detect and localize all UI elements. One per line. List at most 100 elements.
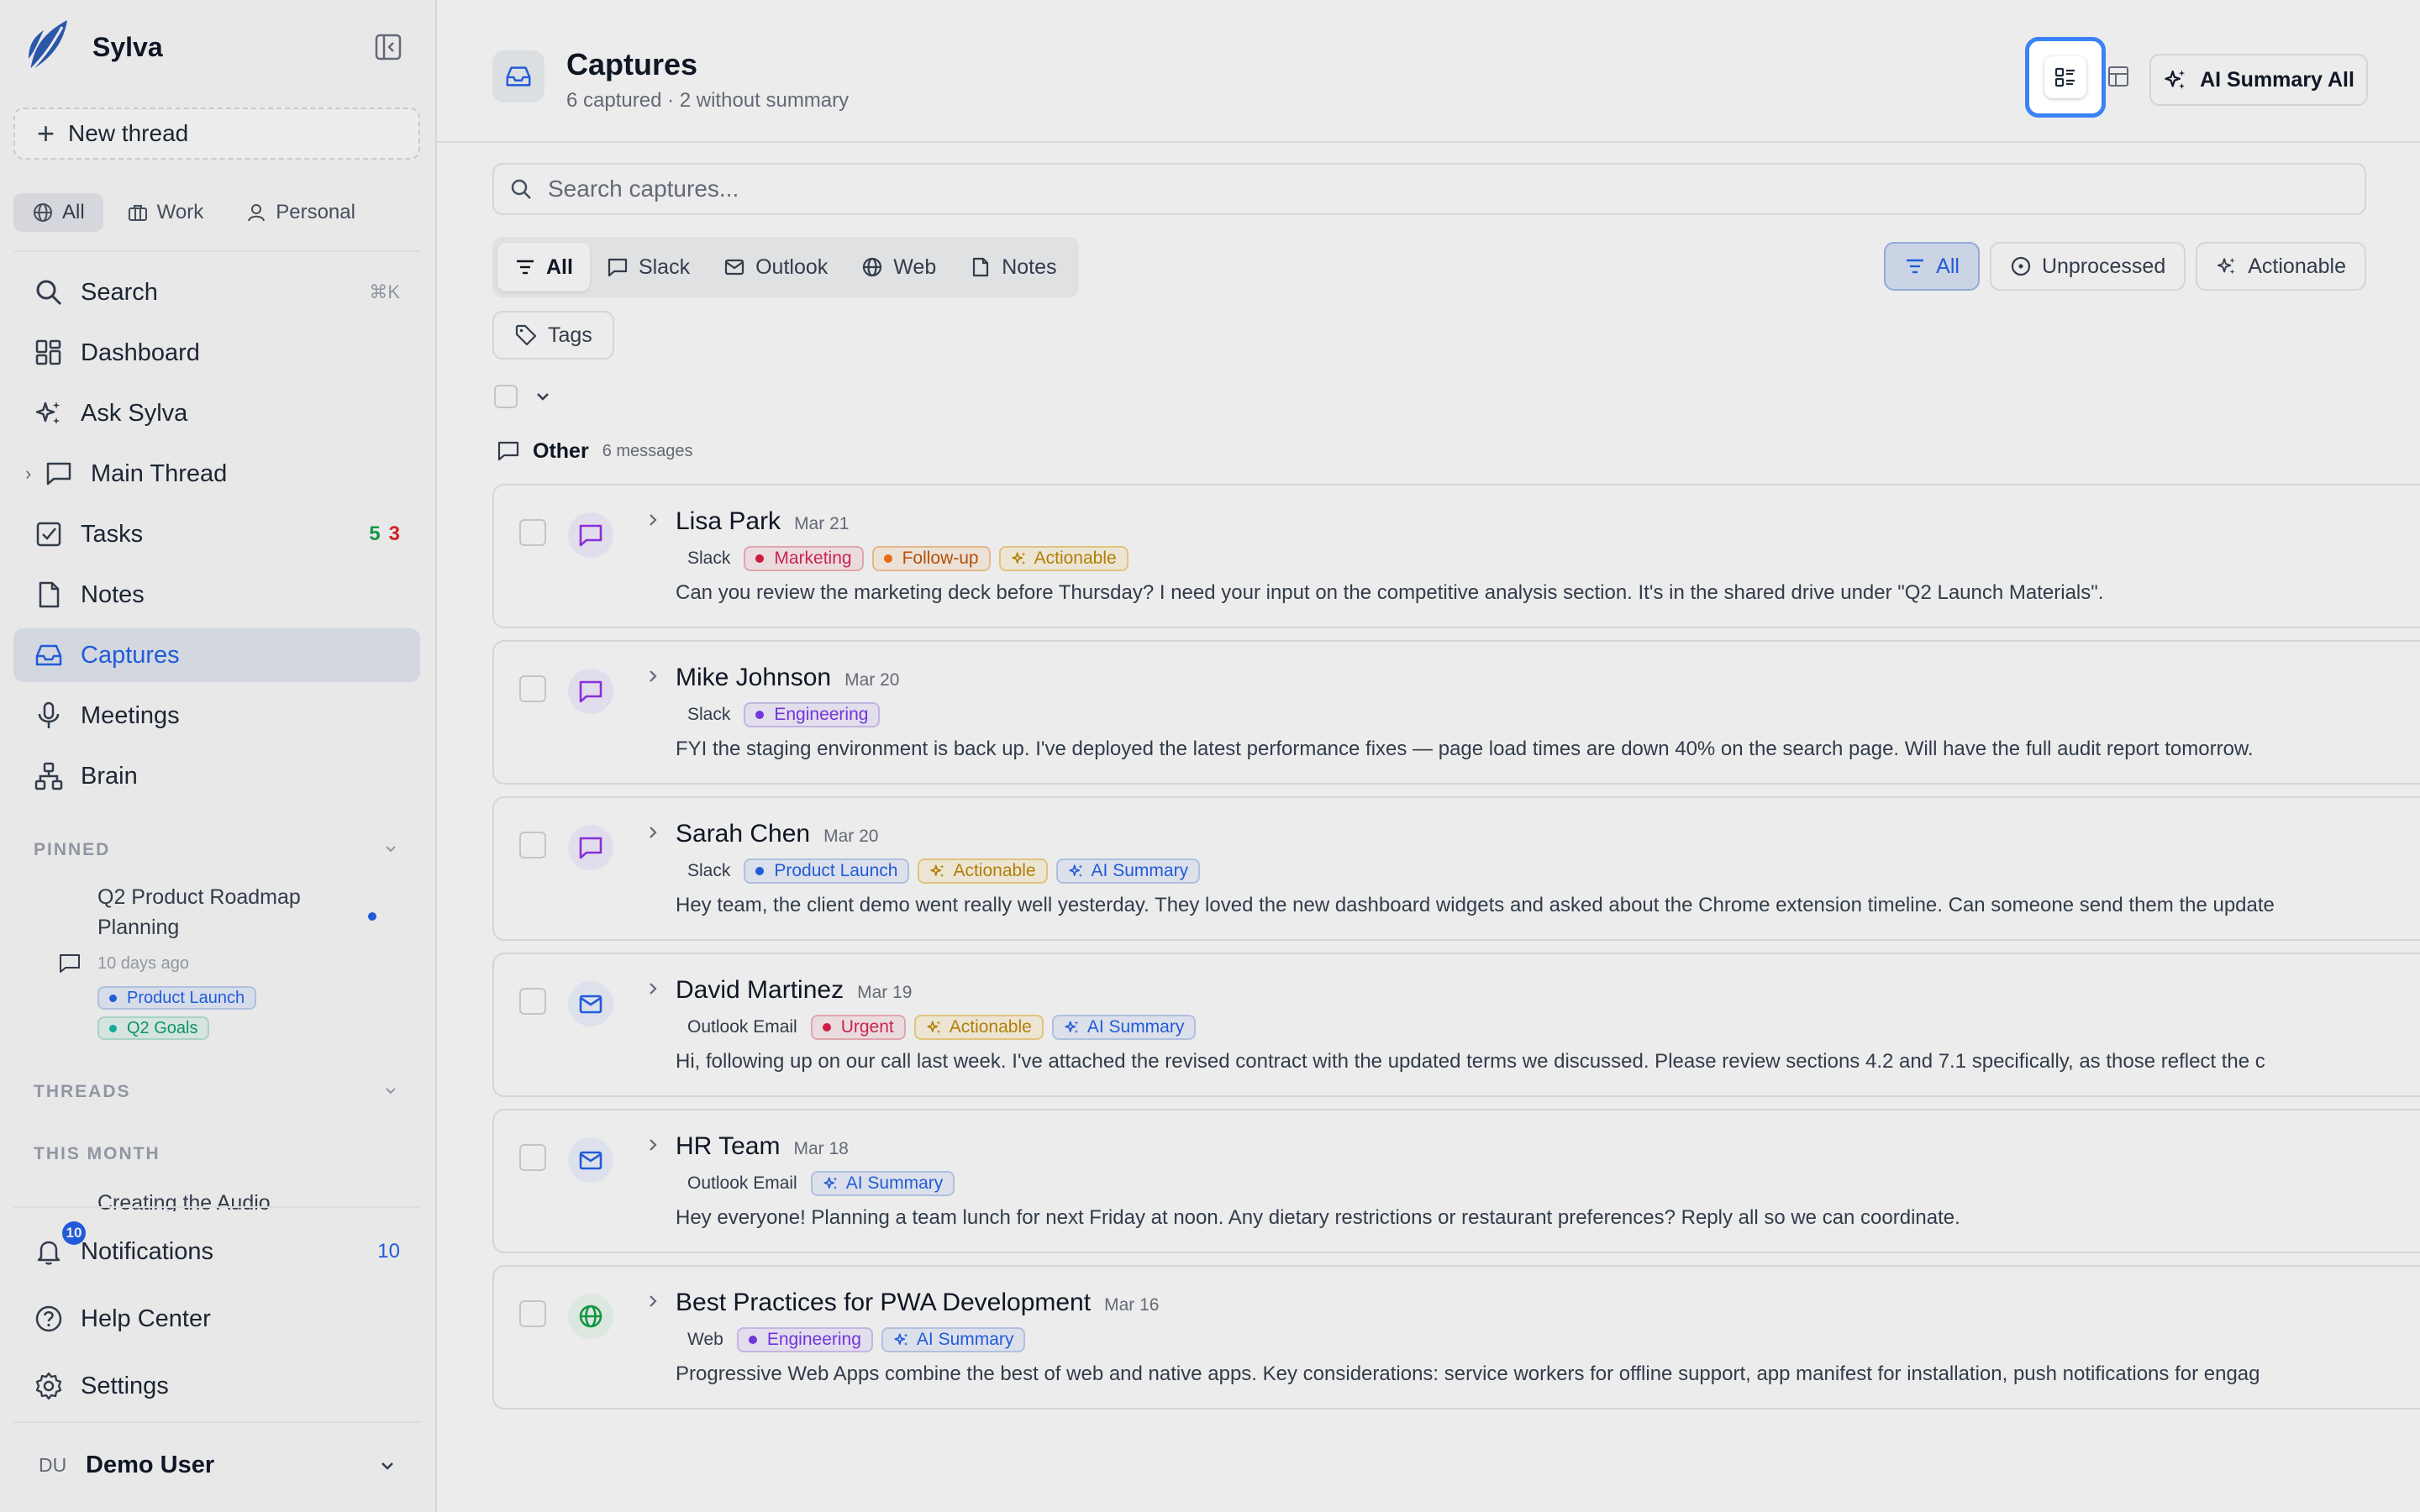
capture-date: Mar 16 xyxy=(1104,1295,1160,1315)
pinned-section-title: PINNED xyxy=(34,840,111,859)
capture-tags: Slack Marketing Follow-up Actionable xyxy=(676,546,1137,571)
notification-badge: 10 xyxy=(62,1221,86,1245)
filter-state-unprocessed[interactable]: Unprocessed xyxy=(1989,242,2186,291)
capture-checkbox[interactable] xyxy=(519,675,546,702)
tag-label: Actionable xyxy=(953,861,1036,880)
table-view-icon[interactable] xyxy=(2106,64,2131,93)
capture-card[interactable]: Sarah Chen Mar 20 Slack Product Launch Actio… xyxy=(492,796,2420,941)
filter-state-actionable-label: Actionable xyxy=(2248,254,2346,278)
capture-checkbox[interactable] xyxy=(519,519,546,546)
nav-notes-label: Notes xyxy=(81,580,145,608)
briefcase-icon xyxy=(128,205,147,221)
capture-tags: Outlook Email AI Summary xyxy=(676,1171,963,1196)
nav-search[interactable]: Search ⌘K xyxy=(13,265,420,319)
tasks-done-count: 5 xyxy=(369,522,381,545)
nav-dashboard[interactable]: Dashboard xyxy=(13,326,420,380)
search-captures[interactable] xyxy=(492,163,2366,215)
tag-label: Urgent xyxy=(840,1017,894,1037)
source-label: Outlook Email xyxy=(687,1173,797,1193)
divider xyxy=(13,250,420,252)
search-icon xyxy=(36,280,62,306)
tag-badge: Product Launch xyxy=(744,858,910,884)
capture-card[interactable]: Mike Johnson Mar 20 Slack Engineering FYI th… xyxy=(492,640,2420,785)
globe-icon xyxy=(34,203,52,222)
nav-meetings-label: Meetings xyxy=(81,701,180,729)
filter-state-all[interactable]: All xyxy=(1884,242,1980,291)
filter-source-slack[interactable]: Slack xyxy=(590,243,707,291)
capture-checkbox[interactable] xyxy=(519,1144,546,1171)
filter-source-outlook[interactable]: Outlook xyxy=(707,243,844,291)
capture-date: Mar 20 xyxy=(844,670,900,690)
brand[interactable]: Sylva xyxy=(25,17,163,77)
nav-help-center[interactable]: Help Center xyxy=(13,1292,420,1346)
bottom-nav: 10 Notifications 10 Help Center Settings xyxy=(13,1221,420,1420)
chat-icon xyxy=(568,825,613,870)
capture-checkbox[interactable] xyxy=(519,1300,546,1327)
search-input[interactable] xyxy=(546,175,2365,203)
nav-notifications[interactable]: 10 Notifications 10 xyxy=(13,1221,420,1278)
sender-name: HR Team xyxy=(676,1132,781,1160)
nav-brain[interactable]: Brain xyxy=(13,749,420,803)
chevron-down-icon[interactable] xyxy=(380,838,402,864)
capture-checkbox[interactable] xyxy=(519,988,546,1015)
user-menu[interactable]: DU Demo User xyxy=(13,1438,420,1492)
sender-name: Mike Johnson xyxy=(676,664,832,691)
capture-card[interactable]: Lisa Park Mar 21 Slack Marketing Follow-up Ac… xyxy=(492,484,2420,628)
capture-card[interactable]: HR Team Mar 18 Outlook Email AI Summary Hey … xyxy=(492,1109,2420,1253)
pinned-tag-label: Q2 Goals xyxy=(127,1018,198,1037)
chevron-right-icon[interactable] xyxy=(644,823,662,846)
chevron-down-icon[interactable] xyxy=(533,386,553,411)
chevron-right-icon[interactable] xyxy=(644,979,662,1002)
source-label: Slack xyxy=(687,861,731,880)
scope-all[interactable]: All xyxy=(13,193,103,232)
chat-icon xyxy=(46,462,71,486)
capture-date: Mar 21 xyxy=(794,514,850,533)
source-label: Web xyxy=(687,1330,723,1349)
nav-settings[interactable]: Settings xyxy=(13,1359,420,1413)
nav-tasks[interactable]: Tasks 53 xyxy=(13,507,420,561)
chevron-down-icon[interactable] xyxy=(380,1080,402,1106)
page-title: Captures xyxy=(566,47,698,81)
list-view-toggle[interactable] xyxy=(2025,37,2106,118)
chevron-right-icon[interactable] xyxy=(644,1292,662,1315)
filter-source-all[interactable]: All xyxy=(497,243,590,291)
filter-state-actionable[interactable]: Actionable xyxy=(2196,242,2366,291)
new-thread-button[interactable]: + New thread xyxy=(13,108,420,160)
nav-captures[interactable]: Captures xyxy=(13,628,420,682)
capture-card[interactable]: David Martinez Mar 19 Outlook Email Urgent A… xyxy=(492,953,2420,1097)
collapse-sidebar-icon[interactable] xyxy=(373,32,403,62)
nav-meetings[interactable]: Meetings xyxy=(13,689,420,743)
chevron-right-icon[interactable] xyxy=(644,1136,662,1158)
nav-ask-sylva[interactable]: Ask Sylva xyxy=(13,386,420,440)
capture-checkbox[interactable] xyxy=(519,832,546,858)
chevron-down-icon xyxy=(376,1455,398,1481)
scope-work[interactable]: Work xyxy=(108,193,223,232)
filter-icon xyxy=(517,260,534,275)
scope-work-label: Work xyxy=(156,201,204,223)
tags-filter-button[interactable]: Tags xyxy=(492,311,614,360)
app-name: Sylva xyxy=(92,31,163,62)
source-label: Outlook Email xyxy=(687,1017,797,1037)
chevron-right-icon[interactable]: › xyxy=(25,463,31,485)
select-all-checkbox[interactable] xyxy=(494,385,518,408)
filter-source-notes[interactable]: Notes xyxy=(953,243,1073,291)
source-label: Slack xyxy=(687,549,731,568)
nav-notes[interactable]: Notes xyxy=(13,568,420,622)
note-icon xyxy=(39,581,60,608)
capture-message: Hey everyone! Planning a team lunch for … xyxy=(676,1206,1960,1229)
filter-source-notes-label: Notes xyxy=(1002,255,1057,279)
nav-main-thread[interactable]: › Main Thread xyxy=(13,447,420,501)
filter-source-web[interactable]: Web xyxy=(844,243,953,291)
nav-notifications-label: Notifications xyxy=(81,1237,213,1265)
notification-count: 10 xyxy=(377,1240,400,1263)
scope-personal[interactable]: Personal xyxy=(227,193,374,232)
chevron-right-icon[interactable] xyxy=(644,667,662,690)
sparkles-icon xyxy=(2217,257,2235,275)
capture-tags: Web Engineering AI Summary xyxy=(676,1327,1034,1352)
ai-summary-all-button[interactable]: AI Summary All xyxy=(2149,54,2368,106)
network-icon xyxy=(34,762,63,790)
dashboard-icon xyxy=(35,339,61,365)
chevron-right-icon[interactable] xyxy=(644,511,662,533)
sparkles-icon xyxy=(1068,864,1083,878)
capture-card[interactable]: Best Practices for PWA Development Mar 16… xyxy=(492,1265,2420,1410)
